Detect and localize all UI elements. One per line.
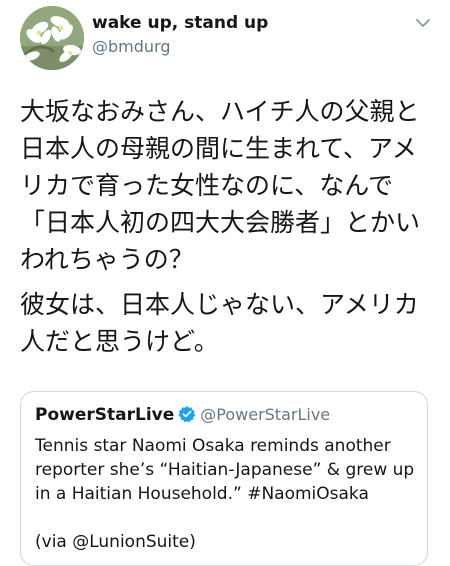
verified-badge-icon bbox=[178, 406, 196, 423]
quoted-author-name: PowerStarLive bbox=[35, 405, 175, 425]
author-names: wake up, stand up @bmdurg bbox=[92, 12, 268, 58]
quoted-paragraph: Tennis star Naomi Osaka reminds another … bbox=[35, 436, 415, 504]
white-flowers-avatar-icon bbox=[20, 6, 84, 70]
tweet-paragraph: 彼女は、日本人じゃない、アメリカ人だと思うけど。 bbox=[20, 290, 419, 356]
quoted-author-handle: @PowerStarLive bbox=[200, 405, 331, 424]
tweet-header: wake up, stand up @bmdurg bbox=[20, 6, 440, 70]
tweet-paragraph: 大坂なおみさん、ハイチ人の父親と日本人の母親の間に生まれて、アメリカで育った女性… bbox=[20, 97, 421, 274]
author-display-name[interactable]: wake up, stand up bbox=[92, 12, 268, 34]
quoted-tweet-text: Tennis star Naomi Osaka reminds another … bbox=[35, 434, 420, 554]
quoted-tweet-header: PowerStarLive @PowerStarLive bbox=[35, 404, 330, 426]
avatar[interactable] bbox=[20, 6, 84, 70]
chevron-down-icon[interactable] bbox=[414, 16, 432, 30]
tweet-text: 大坂なおみさん、ハイチ人の父親と日本人の母親の間に生まれて、アメリカで育った女性… bbox=[20, 93, 440, 360]
quoted-paragraph: (via @LunionSuite) bbox=[35, 532, 196, 552]
quoted-tweet-card[interactable]: PowerStarLive @PowerStarLive Tennis star … bbox=[20, 391, 428, 566]
author-handle[interactable]: @bmdurg bbox=[92, 36, 268, 58]
